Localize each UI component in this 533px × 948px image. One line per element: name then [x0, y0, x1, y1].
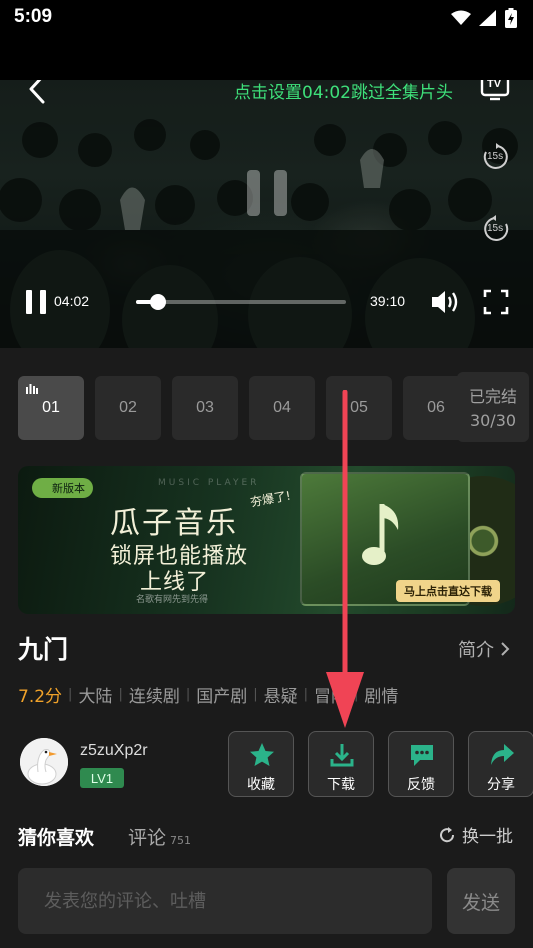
center-pause-button[interactable]	[247, 170, 287, 216]
goose-avatar-icon	[20, 738, 68, 786]
episode-label: 04	[273, 399, 291, 416]
status-time: 5:09	[14, 6, 53, 27]
rewind-15s-button[interactable]: 15s	[481, 214, 511, 244]
fullscreen-icon	[483, 289, 509, 315]
comment-input[interactable]	[18, 868, 432, 934]
intro-link[interactable]: 简介	[458, 636, 510, 662]
episode-item[interactable]: 05	[326, 376, 392, 440]
episode-label: 01	[42, 399, 60, 416]
favorite-label: 收藏	[247, 777, 275, 793]
forward-15s-button[interactable]: 15s	[481, 142, 511, 172]
cast-tv-button[interactable]: TV	[480, 80, 512, 102]
rewind-15s-label: 15s	[487, 223, 504, 234]
status-bar: 5:09	[0, 0, 533, 36]
send-button[interactable]: 发送	[447, 868, 515, 934]
username: z5zuXp2r	[80, 742, 148, 759]
tag: 剧情	[364, 687, 399, 707]
refresh-icon	[440, 826, 455, 842]
share-button[interactable]: 分享	[468, 731, 533, 797]
banner-download-button[interactable]: 马上点击直达下载	[396, 580, 500, 602]
episode-item[interactable]: 03	[172, 376, 238, 440]
player-top-bar	[0, 36, 533, 80]
level-badge: LV1	[80, 768, 124, 788]
playing-bars-icon	[26, 384, 38, 394]
share-icon	[491, 744, 514, 765]
complete-label: 已完结	[468, 387, 517, 406]
fullscreen-button[interactable]	[483, 289, 509, 315]
refresh-button[interactable]: 换一批	[438, 822, 513, 847]
episode-label: 05	[350, 399, 368, 416]
refresh-label: 换一批	[462, 827, 513, 847]
favorite-button[interactable]: 收藏	[228, 731, 294, 797]
banner-note: 名歌有网先到先得	[136, 595, 209, 605]
comment-count: 751	[170, 834, 192, 847]
player-controls: 04:02 39:10	[0, 286, 533, 316]
chevron-right-icon	[501, 642, 510, 656]
chat-bubble-icon	[411, 745, 433, 766]
promo-banner[interactable]: 新版本 MUSIC PLAYER 夯爆了! 瓜子音乐 锁屏也能播放 上线了 名歌…	[18, 466, 515, 614]
forward-15s-label: 15s	[487, 151, 504, 162]
show-title: 九门	[18, 635, 69, 664]
progress-thumb[interactable]	[149, 294, 166, 310]
feedback-button[interactable]: 反馈	[388, 731, 454, 797]
episode-label: 03	[196, 399, 214, 416]
video-player[interactable]: 点击设置04:02跳过全集片头 TV 15s 15s 04:02 39:10	[0, 80, 533, 348]
banner-hot-tag: 夯爆了!	[249, 488, 292, 510]
current-time: 04:02	[54, 293, 90, 309]
episode-label: 06	[427, 399, 445, 416]
tv-label: TV	[487, 80, 502, 90]
complete-count: 30/30	[469, 411, 517, 430]
feedback-label: 反馈	[407, 777, 435, 793]
tab-comments[interactable]: 评论 751	[128, 823, 191, 850]
tag: 冒险	[314, 687, 348, 707]
download-label: 下载	[327, 777, 355, 793]
wifi-icon	[451, 10, 471, 25]
chevron-left-icon	[29, 80, 45, 104]
tag: 连续剧	[128, 687, 180, 707]
episode-item[interactable]: 04	[249, 376, 315, 440]
new-version-badge: 新版本	[32, 478, 93, 498]
signal-icon	[479, 10, 496, 26]
tag: 悬疑	[263, 687, 298, 707]
download-icon	[330, 744, 354, 767]
progress-bar[interactable]	[136, 294, 346, 310]
tab-recommended[interactable]: 猜你喜欢	[18, 823, 94, 850]
tag: 大陆	[78, 687, 113, 707]
volume-button[interactable]	[430, 288, 460, 316]
banner-deco-text: MUSIC PLAYER	[158, 478, 260, 488]
skip-intro-tip[interactable]: 点击设置04:02跳过全集片头	[234, 80, 453, 103]
volume-icon	[432, 291, 458, 313]
episode-item[interactable]: 01	[18, 376, 84, 440]
total-time: 39:10	[370, 293, 406, 309]
show-tags: 7.2分 | 大陆 | 连续剧 | 国产剧 | 悬疑 | 冒险 | 剧情	[18, 682, 398, 707]
battery-icon	[505, 8, 517, 28]
tab-comments-label: 评论	[128, 827, 167, 849]
download-button[interactable]: 下载	[308, 731, 374, 797]
back-button[interactable]	[22, 80, 52, 106]
tag: 国产剧	[196, 687, 248, 707]
rating: 7.2分	[18, 687, 63, 707]
banner-title: 瓜子音乐	[110, 506, 238, 541]
episode-label: 02	[119, 399, 137, 416]
content-tabs: 猜你喜欢 评论 751	[18, 820, 191, 850]
share-label: 分享	[487, 777, 515, 793]
music-note-icon	[362, 504, 399, 565]
intro-label: 简介	[458, 640, 494, 661]
episode-list[interactable]: 01 02 03 04 05 06	[18, 374, 533, 442]
avatar[interactable]	[20, 738, 68, 786]
star-icon	[250, 743, 274, 766]
status-icons	[451, 8, 517, 28]
pause-button[interactable]	[26, 290, 48, 314]
episode-item[interactable]: 02	[95, 376, 161, 440]
all-episodes-button[interactable]: 已完结 30/30	[457, 372, 529, 442]
